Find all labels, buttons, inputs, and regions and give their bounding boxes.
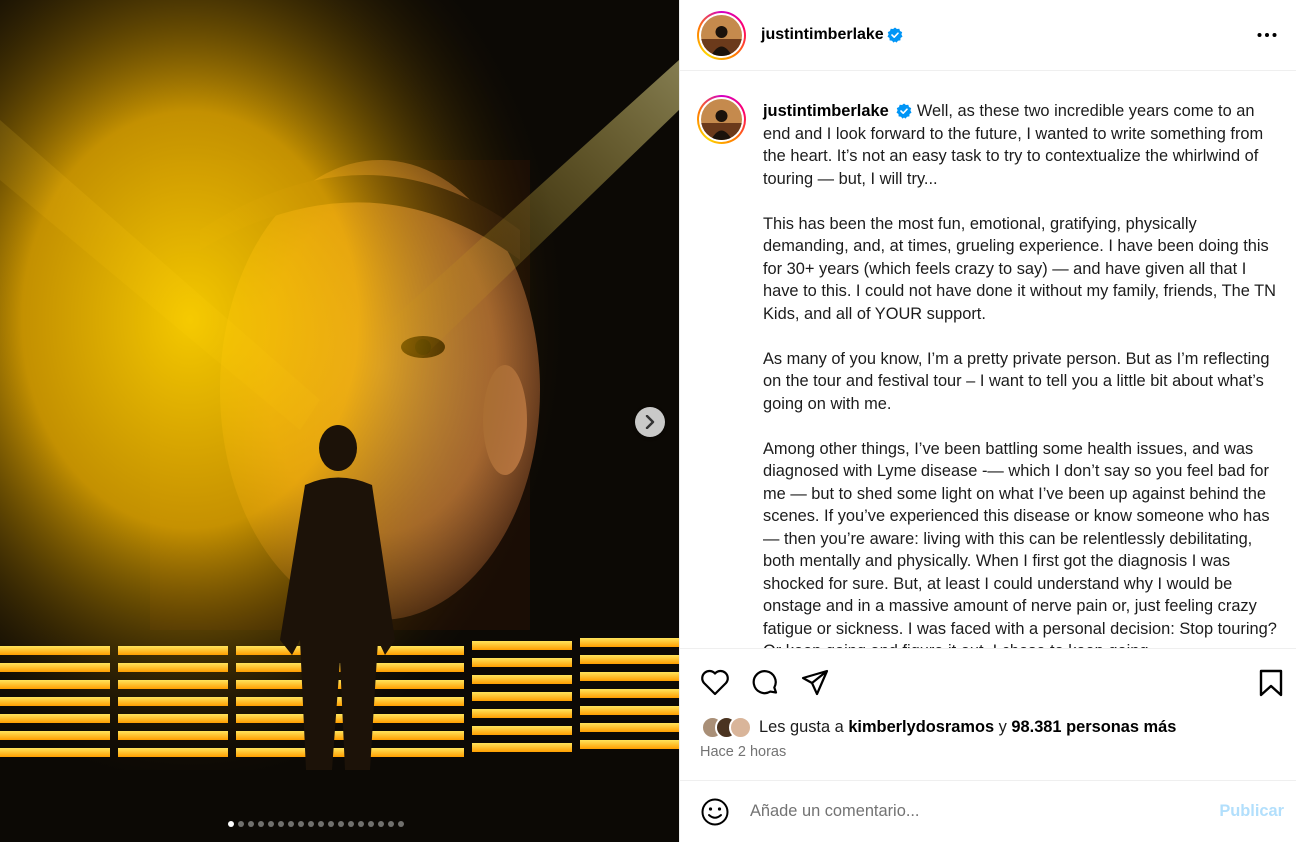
comment-input[interactable] xyxy=(750,802,1190,821)
carousel-dot xyxy=(338,821,344,827)
heart-icon[interactable] xyxy=(700,668,730,696)
author-avatar[interactable] xyxy=(697,10,746,60)
comment-icon[interactable] xyxy=(750,668,780,698)
comment-bar: Publicar xyxy=(680,781,1296,842)
carousel-next-button[interactable] xyxy=(635,407,665,437)
post-header: justintimberlake xyxy=(680,0,1296,71)
carousel-dot xyxy=(248,821,254,827)
avatar-image xyxy=(701,99,742,140)
carousel-dot xyxy=(298,821,304,827)
carousel-dot xyxy=(398,821,404,827)
caption-author-avatar[interactable] xyxy=(697,95,746,144)
carousel-dot xyxy=(318,821,324,827)
liker-username[interactable]: kimberlydosramos xyxy=(848,718,994,736)
likes-text: Les gusta a kimberlydosramos y 98.381 pe… xyxy=(759,717,1177,736)
verified-badge-icon xyxy=(896,103,912,119)
carousel-dot xyxy=(228,821,234,827)
carousel-dot xyxy=(268,821,274,827)
carousel-dot xyxy=(308,821,314,827)
author-username[interactable]: justintimberlake xyxy=(761,26,884,44)
action-bar xyxy=(680,649,1296,719)
verified-badge-icon xyxy=(887,27,903,43)
instagram-post: justintimberlake justintimberlake Well, … xyxy=(0,0,1296,842)
chevron-right-icon xyxy=(645,415,655,429)
carousel-dot xyxy=(288,821,294,827)
likes-count[interactable]: 98.381 personas más xyxy=(1011,718,1176,736)
avatar-image xyxy=(701,14,742,56)
carousel-indicator xyxy=(228,821,404,827)
caption-section: justintimberlake Well, as these two incr… xyxy=(680,71,1296,649)
carousel-dot xyxy=(258,821,264,827)
share-icon[interactable] xyxy=(800,668,830,698)
carousel-dot xyxy=(348,821,354,827)
caption-paragraph: As many of you know, I’m a pretty privat… xyxy=(763,349,1270,413)
publish-button[interactable]: Publicar xyxy=(1219,802,1284,821)
caption-paragraph: Among other things, I’ve been battling s… xyxy=(763,439,1277,649)
emoji-icon[interactable] xyxy=(700,797,730,827)
carousel-dot xyxy=(238,821,244,827)
caption-text: justintimberlake Well, as these two incr… xyxy=(763,100,1282,648)
caption-username[interactable]: justintimberlake xyxy=(763,102,889,120)
caption-paragraph: This has been the most fun, emotional, g… xyxy=(763,214,1276,323)
carousel-dot xyxy=(328,821,334,827)
bookmark-icon[interactable] xyxy=(1258,668,1284,698)
post-media[interactable] xyxy=(0,0,679,842)
concert-photo xyxy=(0,0,679,842)
post-side-panel: justintimberlake justintimberlake Well, … xyxy=(679,0,1296,842)
more-options-icon[interactable] xyxy=(1256,24,1278,46)
carousel-dot xyxy=(368,821,374,827)
carousel-dot xyxy=(358,821,364,827)
carousel-dot xyxy=(388,821,394,827)
carousel-dot xyxy=(378,821,384,827)
carousel-dot xyxy=(278,821,284,827)
post-timestamp[interactable]: Hace 2 horas xyxy=(680,744,1296,764)
